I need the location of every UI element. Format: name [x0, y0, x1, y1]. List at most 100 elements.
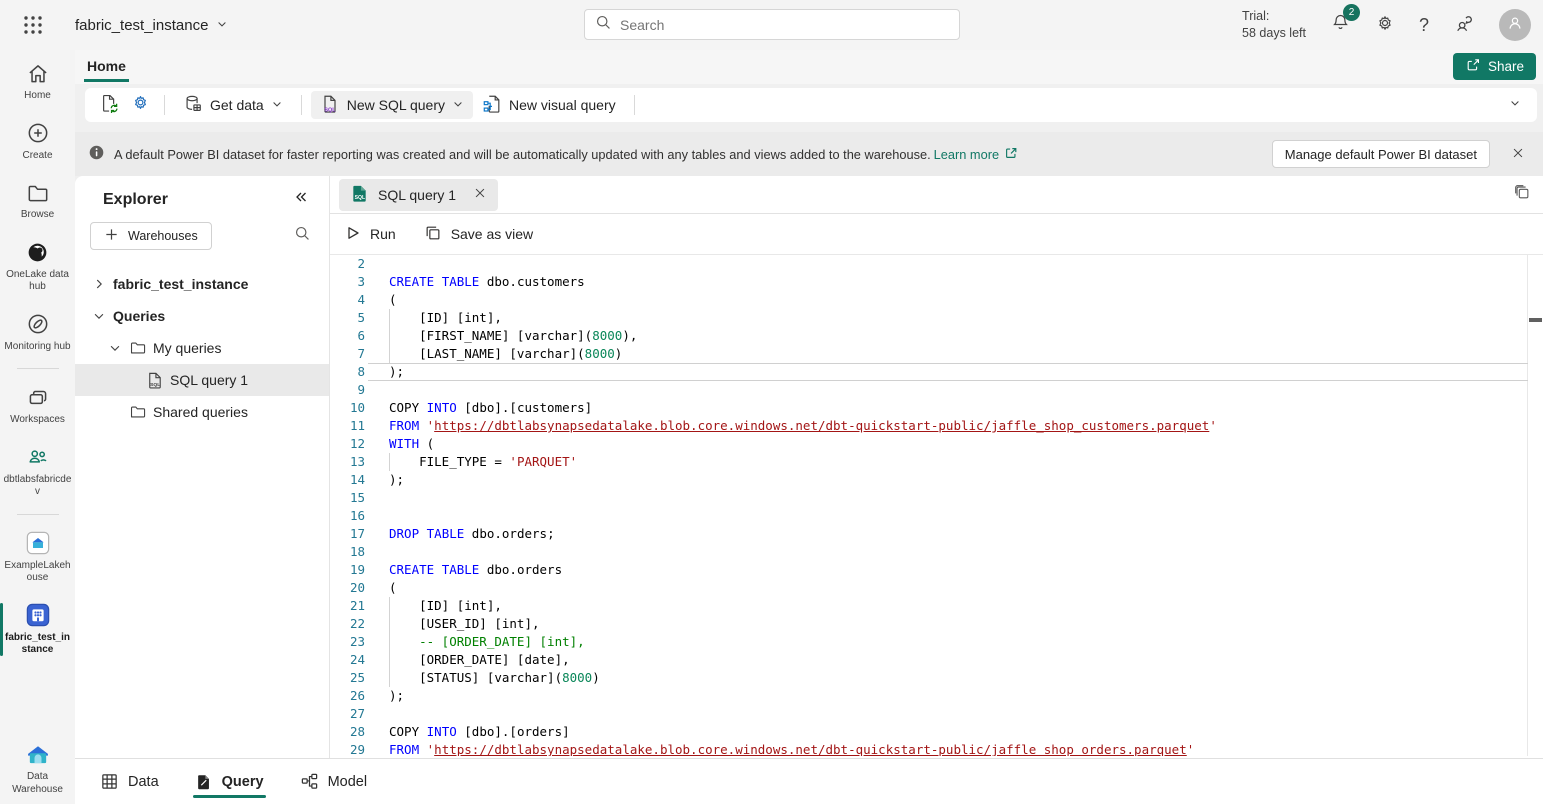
line-content: ); — [389, 471, 404, 489]
refresh-button[interactable] — [95, 91, 125, 119]
code-line-12[interactable]: 12WITH ( — [330, 435, 1543, 453]
code-line-6[interactable]: 6 [FIRST_NAME] [varchar](8000), — [330, 327, 1543, 345]
new-sql-query-button[interactable]: SQL New SQL query — [311, 91, 473, 119]
code-line-9[interactable]: 9 — [330, 381, 1543, 399]
workspace-switcher[interactable]: fabric_test_instance — [75, 0, 228, 50]
code-line-13[interactable]: 13 FILE_TYPE = 'PARQUET' — [330, 453, 1543, 471]
code-line-11[interactable]: 11FROM 'https://dbtlabsynapsedatalake.bl… — [330, 417, 1543, 435]
code-line-4[interactable]: 4( — [330, 291, 1543, 309]
get-data-button[interactable]: Get data — [174, 91, 292, 119]
code-line-21[interactable]: 21 [ID] [int], — [330, 597, 1543, 615]
account-avatar[interactable] — [1499, 9, 1531, 41]
rail-item-data-warehouse[interactable]: Data Warehouse — [0, 739, 75, 798]
code-editor[interactable]: 23CREATE TABLE dbo.customers4(5 [ID] [in… — [330, 255, 1543, 756]
code-line-2[interactable]: 2 — [330, 255, 1543, 273]
code-line-29[interactable]: 29FROM 'https://dbtlabsynapsedatalake.bl… — [330, 741, 1543, 756]
rail-item-fabric-test-instance[interactable]: fabric_test_instance — [0, 600, 75, 659]
line-number: 6 — [330, 327, 365, 345]
close-icon — [473, 186, 487, 203]
new-visual-query-button[interactable]: New visual query — [473, 91, 625, 119]
lakehouse-icon — [23, 530, 53, 557]
line-content: FILE_TYPE = 'PARQUET' — [389, 453, 577, 471]
code-line-23[interactable]: 23 -- [ORDER_DATE] [int], — [330, 633, 1543, 651]
code-line-17[interactable]: 17DROP TABLE dbo.orders; — [330, 525, 1543, 543]
code-line-16[interactable]: 16 — [330, 507, 1543, 525]
code-line-5[interactable]: 5 [ID] [int], — [330, 309, 1543, 327]
search-input[interactable] — [620, 17, 949, 33]
query-editor-area: SQL SQL query 1 Run Save as view 23CREAT… — [330, 176, 1543, 758]
rail-item-dbtlabsfabricdev[interactable]: dbtlabsfabricdev — [0, 442, 75, 501]
line-number: 26 — [330, 687, 365, 705]
tree-item-queries[interactable]: Queries — [75, 300, 329, 332]
code-line-14[interactable]: 14); — [330, 471, 1543, 489]
code-line-18[interactable]: 18 — [330, 543, 1543, 561]
notifications-button[interactable]: 2 — [1330, 12, 1351, 38]
chevron-down-icon — [1509, 96, 1521, 113]
close-icon — [1511, 148, 1525, 163]
view-tab-model[interactable]: Model — [300, 759, 368, 804]
code-line-20[interactable]: 20( — [330, 579, 1543, 597]
rail-item-home[interactable]: Home — [0, 58, 75, 105]
rail-item-onelake-data-hub[interactable]: OneLake data hub — [0, 237, 75, 296]
line-content: COPY INTO [dbo].[orders] — [389, 723, 570, 741]
view-tab-label: Data — [128, 774, 159, 790]
code-line-25[interactable]: 25 [STATUS] [varchar](8000) — [330, 669, 1543, 687]
code-line-10[interactable]: 10COPY INTO [dbo].[customers] — [330, 399, 1543, 417]
view-tab-data[interactable]: Data — [100, 759, 159, 804]
tree-item-my-queries[interactable]: My queries — [75, 332, 329, 364]
explorer-search-button[interactable] — [294, 225, 311, 247]
collapse-panel-button[interactable] — [293, 189, 309, 210]
code-line-28[interactable]: 28COPY INTO [dbo].[orders] — [330, 723, 1543, 741]
app-launcher-icon[interactable] — [21, 13, 45, 37]
code-line-15[interactable]: 15 — [330, 489, 1543, 507]
svg-text:SQL: SQL — [150, 382, 160, 388]
search-box[interactable] — [584, 9, 960, 40]
learn-more-link[interactable]: Learn more — [934, 146, 1018, 163]
close-tab-button[interactable] — [473, 186, 487, 203]
view-tab-query[interactable]: Query — [195, 759, 264, 804]
rail-item-monitoring-hub[interactable]: Monitoring hub — [0, 309, 75, 356]
copy-button[interactable] — [1513, 183, 1531, 206]
code-line-24[interactable]: 24 [ORDER_DATE] [date], — [330, 651, 1543, 669]
line-content: [STATUS] [varchar](8000) — [389, 669, 600, 687]
line-number: 7 — [330, 345, 365, 363]
query-tab[interactable]: SQL SQL query 1 — [339, 179, 498, 211]
tab-home[interactable]: Home — [84, 52, 129, 82]
code-line-3[interactable]: 3CREATE TABLE dbo.customers — [330, 273, 1543, 291]
rail-item-browse[interactable]: Browse — [0, 177, 75, 224]
line-number: 3 — [330, 273, 365, 291]
tree-item-shared-queries[interactable]: Shared queries — [75, 396, 329, 428]
chevron-down-icon[interactable] — [107, 341, 123, 355]
rail-item-workspaces[interactable]: Workspaces — [0, 382, 75, 429]
chevron-down-icon[interactable] — [91, 309, 107, 323]
code-line-26[interactable]: 26); — [330, 687, 1543, 705]
feedback-button[interactable] — [1453, 12, 1475, 39]
code-line-19[interactable]: 19CREATE TABLE dbo.orders — [330, 561, 1543, 579]
warehouse-settings-button[interactable] — [125, 91, 155, 119]
line-content: [LAST_NAME] [varchar](8000) — [389, 345, 622, 363]
save-as-view-button[interactable]: Save as view — [424, 224, 533, 245]
view-switcher-bar: Data Query Model — [75, 758, 1543, 804]
tree-item-sql-query-1[interactable]: SQLSQL query 1 — [75, 364, 329, 396]
banner-close-button[interactable] — [1511, 146, 1525, 163]
tree-item-fabric-test-instance[interactable]: fabric_test_instance — [75, 268, 329, 300]
rail-item-create[interactable]: Create — [0, 118, 75, 165]
data-warehouse-icon — [24, 741, 52, 768]
settings-button[interactable] — [1375, 13, 1395, 38]
ribbon-collapse-button[interactable] — [1509, 96, 1527, 114]
code-line-8[interactable]: 8); — [330, 363, 1543, 381]
add-warehouses-button[interactable]: Warehouses — [90, 222, 212, 250]
share-button[interactable]: Share — [1453, 53, 1536, 80]
chevron-right-icon[interactable] — [91, 277, 107, 291]
manage-dataset-button[interactable]: Manage default Power BI dataset — [1272, 140, 1490, 168]
onelake-icon — [25, 239, 50, 266]
code-line-22[interactable]: 22 [USER_ID] [int], — [330, 615, 1543, 633]
line-number: 9 — [330, 381, 365, 399]
rail-item-examplelakehouse[interactable]: ExampleLakehouse — [0, 528, 75, 587]
code-line-27[interactable]: 27 — [330, 705, 1543, 723]
double-chevron-left-icon — [293, 189, 309, 210]
line-number: 8 — [330, 363, 365, 381]
code-line-7[interactable]: 7 [LAST_NAME] [varchar](8000) — [330, 345, 1543, 363]
help-button[interactable]: ? — [1419, 15, 1429, 36]
run-button[interactable]: Run — [345, 225, 396, 244]
